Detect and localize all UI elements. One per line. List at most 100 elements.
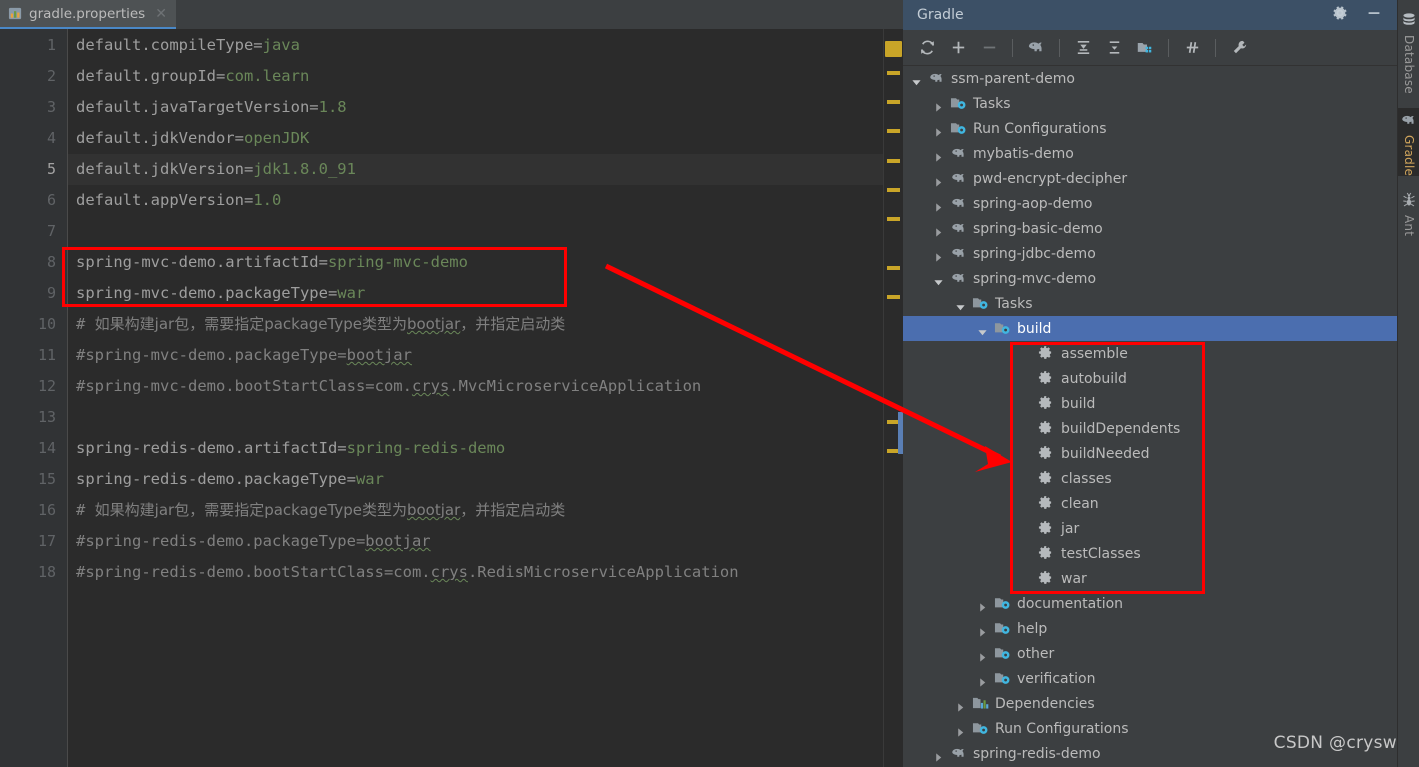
tree-item-autobuild[interactable]: autobuild bbox=[903, 366, 1397, 391]
chevron-right-icon[interactable] bbox=[933, 198, 944, 212]
tree-item-mybatis-demo[interactable]: mybatis-demo bbox=[903, 141, 1397, 166]
dependencies-icon bbox=[972, 695, 989, 712]
code-line: spring-redis-demo.artifactId=spring-redi… bbox=[76, 439, 506, 457]
chevron-down-icon[interactable] bbox=[911, 73, 922, 86]
warning-marker[interactable] bbox=[887, 217, 900, 221]
minimize-icon[interactable] bbox=[1365, 4, 1383, 26]
tree-item-run-configurations[interactable]: Run Configurations bbox=[903, 116, 1397, 141]
refresh-icon[interactable] bbox=[913, 34, 941, 62]
tree-item-label: spring-basic-demo bbox=[973, 220, 1103, 237]
tree-item-label: Tasks bbox=[995, 295, 1033, 312]
tool-tab-database[interactable]: Database bbox=[1398, 8, 1419, 94]
tree-item-testclasses[interactable]: testClasses bbox=[903, 541, 1397, 566]
module-folder-icon[interactable] bbox=[1131, 34, 1159, 62]
task-folder-icon bbox=[994, 595, 1011, 612]
add-icon[interactable] bbox=[944, 34, 972, 62]
remove-icon[interactable] bbox=[975, 34, 1003, 62]
tree-item-other[interactable]: other bbox=[903, 641, 1397, 666]
tree-item-spring-aop-demo[interactable]: spring-aop-demo bbox=[903, 191, 1397, 216]
chevron-right-icon[interactable] bbox=[977, 673, 988, 687]
tree-item-war[interactable]: war bbox=[903, 566, 1397, 591]
warning-marker[interactable] bbox=[887, 266, 900, 270]
toolbar-separator bbox=[1059, 38, 1060, 57]
chevron-down-icon[interactable] bbox=[955, 298, 966, 311]
warning-marker[interactable] bbox=[887, 129, 900, 133]
chevron-right-icon[interactable] bbox=[977, 598, 988, 612]
gradle-project-tree[interactable]: ssm-parent-demo Tasks Run Configurations my… bbox=[903, 66, 1397, 767]
warning-marker[interactable] bbox=[887, 188, 900, 192]
tree-item-assemble[interactable]: assemble bbox=[903, 341, 1397, 366]
warning-marker[interactable] bbox=[887, 159, 900, 163]
tool-tab-gradle[interactable]: Gradle bbox=[1398, 108, 1419, 177]
editor-marker-gutter[interactable] bbox=[883, 29, 903, 767]
tree-item-spring-basic-demo[interactable]: spring-basic-demo bbox=[903, 216, 1397, 241]
gradle-elephant-icon[interactable] bbox=[1022, 34, 1050, 62]
chevron-right-icon[interactable] bbox=[933, 148, 944, 162]
chevron-right-icon[interactable] bbox=[977, 623, 988, 637]
editor-pane: gradle.properties ✕ 1 2 3 4 5 6 7 8 9 10 11 12 13 14 1… bbox=[0, 0, 903, 767]
task-folder-icon bbox=[994, 620, 1011, 637]
editor-tab-gradle-properties[interactable]: gradle.properties ✕ bbox=[0, 0, 176, 29]
warning-marker[interactable] bbox=[885, 41, 902, 57]
tree-item-label: spring-jdbc-demo bbox=[973, 245, 1096, 262]
tree-item-buildneeded[interactable]: buildNeeded bbox=[903, 441, 1397, 466]
tree-item-label: buildDependents bbox=[1061, 420, 1181, 437]
code-text-area[interactable]: default.compileType=java default.groupId=… bbox=[68, 29, 883, 767]
warning-marker[interactable] bbox=[887, 295, 900, 299]
line-number: 14 bbox=[37, 439, 56, 457]
warning-marker[interactable] bbox=[887, 100, 900, 104]
collapse-all-icon[interactable] bbox=[1100, 34, 1128, 62]
tree-item-dependencies[interactable]: Dependencies bbox=[903, 691, 1397, 716]
tree-item-spring-jdbc-demo[interactable]: spring-jdbc-demo bbox=[903, 241, 1397, 266]
chevron-down-icon[interactable] bbox=[933, 273, 944, 286]
tree-item-tasks[interactable]: Tasks bbox=[903, 291, 1397, 316]
chevron-right-icon[interactable] bbox=[933, 98, 944, 112]
tool-tab-label: Gradle bbox=[1402, 135, 1416, 177]
code-line: #spring-redis-demo.bootStartClass=com.cr… bbox=[76, 563, 739, 581]
tree-item-build[interactable]: build bbox=[903, 391, 1397, 416]
tool-tab-ant[interactable]: Ant bbox=[1398, 188, 1419, 236]
chevron-right-icon[interactable] bbox=[977, 648, 988, 662]
chevron-right-icon[interactable] bbox=[933, 748, 944, 762]
tree-item-help[interactable]: help bbox=[903, 616, 1397, 641]
tree-item-ssm-parent-demo[interactable]: ssm-parent-demo bbox=[903, 66, 1397, 91]
tree-item-spring-mvc-demo[interactable]: spring-mvc-demo bbox=[903, 266, 1397, 291]
tree-item-label: assemble bbox=[1061, 345, 1128, 362]
chevron-right-icon[interactable] bbox=[933, 223, 944, 237]
line-number: 3 bbox=[46, 98, 56, 116]
toolbar-separator bbox=[1012, 38, 1013, 57]
code-line: #spring-mvc-demo.bootStartClass=com.crys… bbox=[76, 377, 702, 395]
tree-item-documentation[interactable]: documentation bbox=[903, 591, 1397, 616]
chevron-right-icon[interactable] bbox=[933, 248, 944, 262]
chevron-down-icon[interactable] bbox=[977, 323, 988, 336]
tree-item-pwd-encrypt-decipher[interactable]: pwd-encrypt-decipher bbox=[903, 166, 1397, 191]
chevron-right-icon[interactable] bbox=[933, 123, 944, 137]
tree-item-build[interactable]: build bbox=[903, 316, 1397, 341]
tree-item-label: build bbox=[1017, 320, 1052, 337]
tree-item-builddependents[interactable]: buildDependents bbox=[903, 416, 1397, 441]
chevron-right-icon[interactable] bbox=[955, 698, 966, 712]
tree-item-classes[interactable]: classes bbox=[903, 466, 1397, 491]
tree-item-tasks[interactable]: Tasks bbox=[903, 91, 1397, 116]
tree-item-label: build bbox=[1061, 395, 1096, 412]
task-folder-icon bbox=[994, 645, 1011, 662]
toggle-offline-icon[interactable] bbox=[1178, 34, 1206, 62]
warning-marker[interactable] bbox=[887, 71, 900, 75]
tree-item-label: verification bbox=[1017, 670, 1096, 687]
tree-item-verification[interactable]: verification bbox=[903, 666, 1397, 691]
gear-task-icon bbox=[1038, 495, 1055, 512]
wrench-icon[interactable] bbox=[1225, 34, 1253, 62]
chevron-right-icon[interactable] bbox=[933, 173, 944, 187]
gear-task-icon bbox=[1038, 545, 1055, 562]
tree-item-jar[interactable]: jar bbox=[903, 516, 1397, 541]
expand-all-icon[interactable] bbox=[1069, 34, 1097, 62]
tree-item-clean[interactable]: clean bbox=[903, 491, 1397, 516]
settings-gear-icon[interactable] bbox=[1331, 4, 1349, 26]
close-icon[interactable]: ✕ bbox=[155, 7, 167, 21]
chevron-right-icon[interactable] bbox=[955, 723, 966, 737]
